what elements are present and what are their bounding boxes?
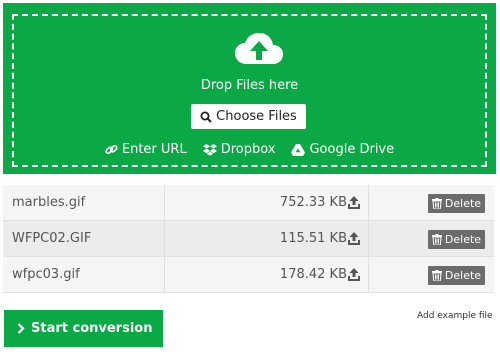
file-row: wfpc03.gif 178.42 KB Delete [3,257,494,293]
delete-button[interactable]: Delete [428,266,485,285]
file-dropzone[interactable]: Drop Files here Choose Files Enter URL D… [3,3,496,174]
file-size: 115.51 KB [279,231,347,246]
file-sources: Enter URL Dropbox Google Drive [14,142,485,157]
link-icon [105,144,118,155]
drop-files-text: Drop Files here [200,78,299,93]
upload-icon[interactable] [348,232,360,245]
column-divider [164,185,165,220]
delete-button[interactable]: Delete [428,230,485,249]
trash-icon [431,234,442,245]
enter-url-link[interactable]: Enter URL [105,142,187,157]
delete-label: Delete [444,269,482,282]
delete-label: Delete [444,233,482,246]
upload-icon[interactable] [348,268,360,281]
search-icon [200,111,212,123]
choose-files-button[interactable]: Choose Files [191,104,306,129]
dropbox-icon [202,144,217,156]
google-drive-link[interactable]: Google Drive [291,142,394,157]
add-example-file-link[interactable]: Add example file [417,311,493,321]
delete-button[interactable]: Delete [428,194,485,213]
column-divider [368,257,369,292]
google-drive-label: Google Drive [309,142,395,157]
file-name: WFPC02.GIF [12,231,92,246]
upload-icon[interactable] [348,196,360,209]
trash-icon [431,198,442,209]
column-divider [368,221,369,256]
file-size: 178.42 KB [279,267,347,282]
start-conversion-button[interactable]: Start conversion [4,310,163,347]
file-row: marbles.gif 752.33 KB Delete [3,185,494,221]
file-list: marbles.gif 752.33 KB Delete WFPC02.GIF … [3,185,494,293]
dropzone-border[interactable]: Drop Files here Choose Files Enter URL D… [12,14,487,167]
column-divider [164,221,165,256]
file-name: marbles.gif [12,195,86,210]
file-name: wfpc03.gif [12,267,80,282]
enter-url-label: Enter URL [121,142,187,157]
cloud-upload-icon [235,33,283,64]
delete-label: Delete [444,197,482,210]
chevron-right-icon [17,323,25,334]
file-row: WFPC02.GIF 115.51 KB Delete [3,221,494,257]
google-drive-icon [291,143,306,156]
choose-files-label: Choose Files [216,109,297,124]
dropbox-link[interactable]: Dropbox [202,142,276,157]
file-size: 752.33 KB [279,195,347,210]
dropbox-label: Dropbox [220,142,276,157]
start-conversion-label: Start conversion [31,321,153,336]
trash-icon [431,270,442,281]
column-divider [368,185,369,220]
column-divider [164,257,165,292]
